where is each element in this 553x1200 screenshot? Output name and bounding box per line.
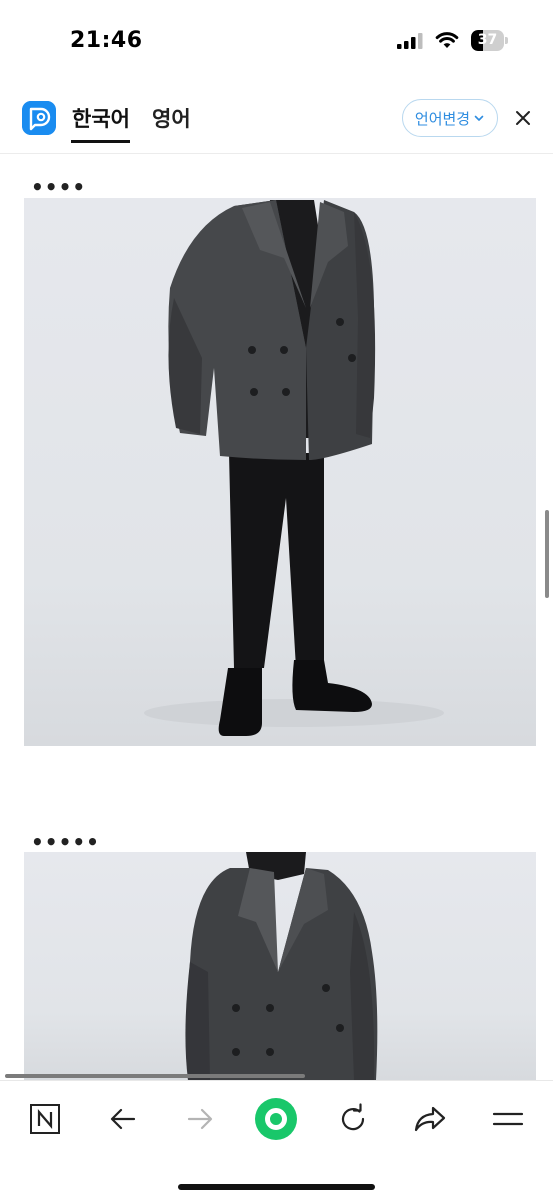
home-indicator[interactable] [178, 1184, 375, 1190]
active-tab-indicator [71, 140, 130, 143]
translate-bar: 한국어 영어 언어변경 [0, 88, 553, 154]
status-time: 21:46 [70, 28, 143, 53]
battery-level: 37 [477, 32, 498, 48]
green-dot-button-icon [255, 1098, 297, 1140]
wifi-icon [435, 32, 459, 48]
chevron-down-icon [474, 115, 484, 121]
model-in-pea-coat-image [144, 200, 444, 736]
language-change-label: 언어변경 [414, 109, 471, 128]
product-photo-2[interactable] [24, 852, 536, 1080]
reload-icon [341, 1103, 365, 1131]
back-button[interactable] [105, 1101, 141, 1137]
close-icon[interactable] [514, 109, 532, 127]
forward-button[interactable] [182, 1101, 218, 1137]
model-in-long-coat-image [185, 852, 378, 1080]
language-change-button[interactable]: 언어변경 [402, 99, 498, 137]
product-photo-1[interactable] [24, 198, 536, 746]
back-arrow-icon [110, 1108, 136, 1130]
share-button[interactable] [412, 1101, 448, 1137]
signal-icon [397, 33, 423, 49]
battery-icon: 37 [471, 30, 509, 51]
item-caption: ••••• [31, 830, 100, 854]
green-dot-button[interactable] [254, 1097, 298, 1141]
menu-button[interactable] [490, 1101, 526, 1137]
vertical-scrollbar[interactable] [545, 510, 549, 598]
browser-toolbar [0, 1080, 553, 1200]
share-icon [414, 1106, 446, 1132]
naver-icon [30, 1104, 60, 1134]
status-bar: 21:46 37 [0, 0, 553, 80]
menu-icon [492, 1112, 524, 1126]
item-caption: •••• [31, 175, 87, 199]
naver-button[interactable] [27, 1101, 63, 1137]
reload-button[interactable] [335, 1101, 371, 1137]
horizontal-scrollbar[interactable] [5, 1074, 305, 1078]
papago-logo-icon [22, 101, 56, 135]
forward-arrow-icon [187, 1108, 213, 1130]
tab-target-lang[interactable]: 영어 [152, 103, 191, 133]
tab-source-lang[interactable]: 한국어 [72, 103, 130, 133]
